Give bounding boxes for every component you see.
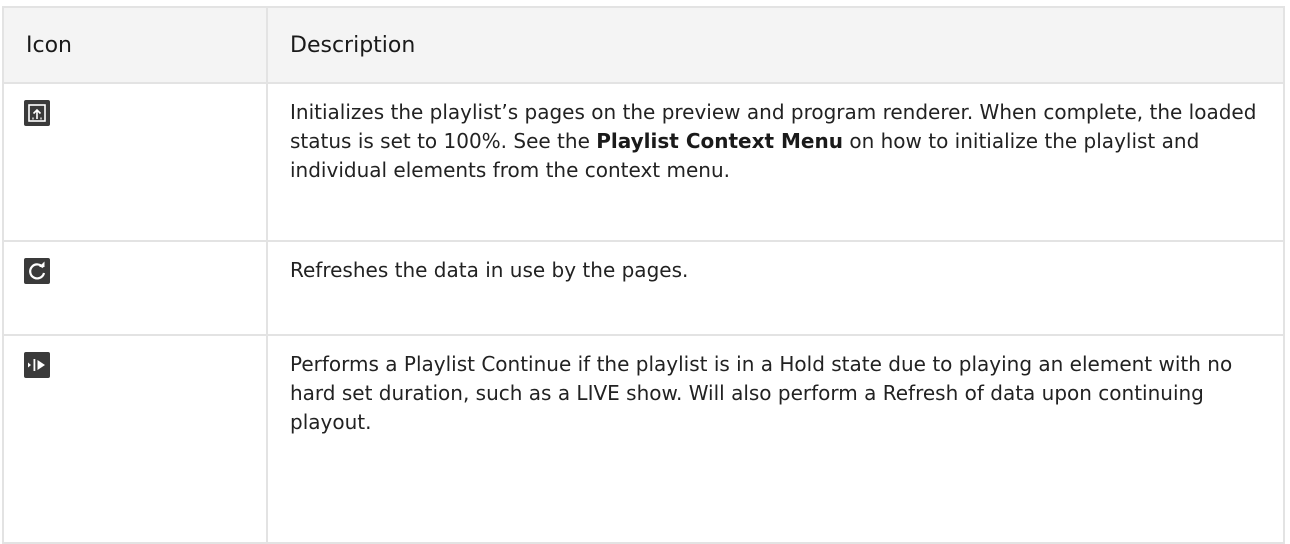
- description-cell: Refreshes the data in use by the pages.: [266, 240, 1285, 336]
- description-cell: Initializes the playlist’s pages on the …: [266, 82, 1285, 242]
- table-row: Performs a Playlist Continue if the play…: [2, 334, 1285, 544]
- initialize-playlist-icon: [24, 100, 50, 126]
- icon-cell: [2, 240, 268, 336]
- icon-cell: [2, 82, 268, 242]
- table-row: Refreshes the data in use by the pages.: [2, 240, 1285, 336]
- icon-cell: [2, 334, 268, 544]
- description-column-header: Description: [266, 6, 1285, 84]
- continue-icon: [24, 352, 50, 378]
- refresh-icon: [24, 258, 50, 284]
- table-row: Initializes the playlist’s pages on the …: [2, 82, 1285, 242]
- icon-column-header: Icon: [2, 6, 268, 84]
- icon-description-table: Icon Description Initializes the playlis…: [2, 6, 1285, 544]
- description-cell: Performs a Playlist Continue if the play…: [266, 334, 1285, 544]
- table-header-row: Icon Description: [2, 6, 1285, 84]
- playlist-context-menu-link[interactable]: Playlist Context Menu: [596, 129, 843, 153]
